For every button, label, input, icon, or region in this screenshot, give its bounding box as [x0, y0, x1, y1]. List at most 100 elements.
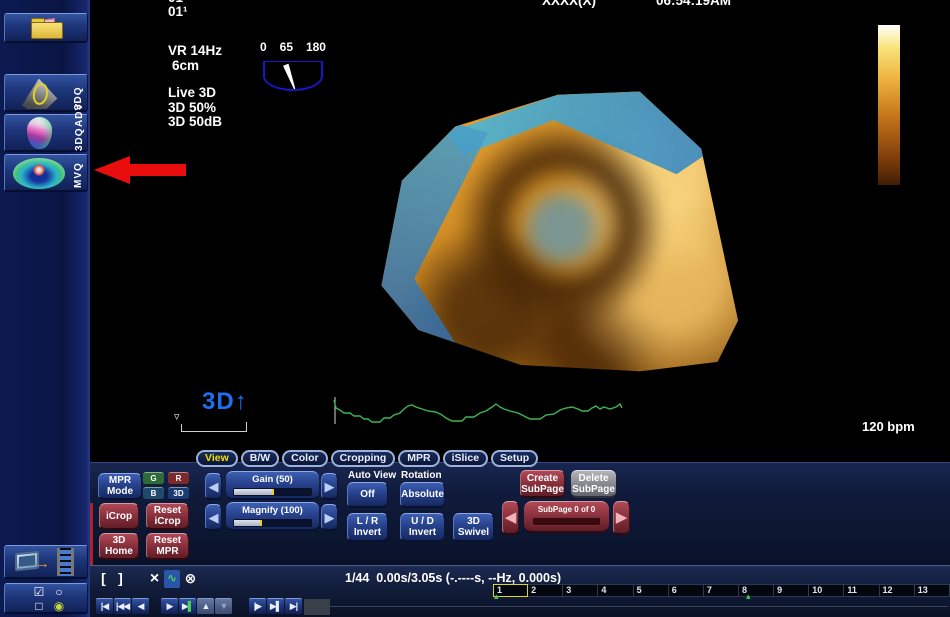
auto-view-label: Auto View	[348, 470, 396, 481]
subpage-next-button[interactable]: ▶	[613, 501, 630, 535]
patient-folder-button[interactable]	[4, 13, 88, 43]
delete-clip-button[interactable]: ×	[146, 570, 163, 588]
red-pointer-arrow	[94, 156, 190, 184]
sidebar-item-label: MVQ	[73, 160, 84, 188]
create-subpage-button[interactable]: Create SubPage	[520, 470, 565, 498]
reset-mpr-button[interactable]: Reset MPR	[146, 533, 189, 560]
speed-down-button[interactable]: ▼	[215, 598, 232, 615]
tab-color[interactable]: Color	[282, 450, 327, 467]
frame-segment[interactable]: 6	[669, 584, 704, 597]
clip-end-bracket-button[interactable]: ]	[113, 570, 128, 588]
frame-segment[interactable]: 5	[634, 584, 669, 597]
gain-slider-label: Gain (50)	[226, 474, 319, 485]
frame-segment[interactable]: 11	[844, 584, 879, 597]
blue-plane-button[interactable]: B	[143, 487, 164, 500]
echo-fan-icon	[5, 75, 65, 113]
capture-options-button[interactable]: ☑ ○ □ ◉	[4, 583, 88, 614]
compress-label: 3D 50dB	[168, 115, 222, 130]
subpage-progress	[532, 517, 601, 526]
skip-first-button[interactable]: |◀	[96, 598, 113, 615]
view-tab-bar: View B/W Color Cropping MPR iSlice Setup	[196, 450, 538, 467]
magnify-slider[interactable]: Magnify (100)	[226, 502, 319, 531]
gain-decrease-button[interactable]: ◀	[205, 473, 222, 500]
tab-bw[interactable]: B/W	[241, 450, 279, 467]
close-all-button[interactable]: ⊗	[182, 570, 199, 588]
sidebar-item-label: 3DQADV	[74, 117, 85, 151]
sidebar-item-3dq-adv[interactable]: 3DQADV	[4, 114, 88, 152]
speed-up-button[interactable]: ▲	[197, 598, 214, 615]
left-toolbar: 3DQ 3DQADV MVQ → ☑	[0, 0, 90, 617]
subpage-prev-button[interactable]: ◀	[502, 501, 519, 535]
frame-segment[interactable]: 12	[880, 584, 915, 597]
tab-view[interactable]: View	[196, 450, 238, 467]
gain-increase-button[interactable]: ▶	[321, 473, 338, 500]
ud-invert-button[interactable]: U / D Invert	[400, 513, 445, 542]
clip-start-bracket-button[interactable]: [	[96, 570, 111, 588]
rotation-dial	[263, 61, 323, 91]
trigger-marker-icon: ▴	[746, 591, 751, 602]
magnify-slider-label: Magnify (100)	[226, 505, 319, 516]
frame-segment[interactable]: 13	[915, 584, 950, 597]
play-button[interactable]: ▶	[161, 598, 178, 615]
cine-frame-status: 1/44 0.00s/3.05s (-.----s, --Hz, 0.000s)	[345, 571, 561, 585]
export-movie-icon: →	[5, 546, 89, 580]
delete-subpage-button[interactable]: Delete SubPage	[571, 470, 616, 498]
rotation-dial-ticks: 065180	[260, 40, 326, 54]
3d-plane-button[interactable]: 3D	[168, 487, 189, 500]
depth-label: 6cm	[168, 59, 222, 74]
image-display-area: XXXX(X) 06:54:19AM 01¹ 01¹ VR 14Hz 6cm L…	[90, 0, 950, 462]
gain-label: 3D 50%	[168, 101, 222, 116]
export-cine-button[interactable]: →	[4, 545, 88, 579]
rotation-mode-button[interactable]: Absolute	[400, 482, 445, 508]
magnify-slider-fill	[234, 520, 262, 526]
patient-id-text: XXXX(X)	[542, 0, 596, 8]
frame-segment[interactable]: 9	[774, 584, 809, 597]
timeline-baseline	[330, 606, 948, 607]
tab-setup[interactable]: Setup	[491, 450, 538, 467]
tab-islice[interactable]: iSlice	[443, 450, 488, 467]
play-to-mark-button[interactable]: ▶▌	[179, 598, 196, 615]
auto-view-button[interactable]: Off	[347, 482, 388, 508]
subpage-status-panel: SubPage 0 of 0	[524, 501, 609, 533]
panel-edge-strip	[90, 503, 93, 565]
frame-segment[interactable]: 3	[563, 584, 598, 597]
tab-cropping[interactable]: Cropping	[331, 450, 396, 467]
green-plane-button[interactable]: G	[143, 472, 164, 485]
frame-timeline[interactable]: 1 2 3 4 5 6 7 8 9 10 11 12 13 ▴ ▴	[493, 584, 950, 598]
step-back-fast-button[interactable]: |◀◀	[114, 598, 131, 615]
cine-status-bar: [ ] × ∿ ⊗ 1/44 0.00s/3.05s (-.----s, --H…	[90, 565, 950, 617]
gain-slider[interactable]: Gain (50)	[226, 471, 319, 500]
lr-invert-button[interactable]: L / R Invert	[347, 513, 388, 542]
3d-home-button[interactable]: 3D Home	[99, 533, 139, 560]
checkbox-options-icon: ☑ ○ □ ◉	[29, 586, 69, 613]
play-reverse-button[interactable]: ◀	[132, 598, 149, 615]
reset-icrop-button[interactable]: Reset iCrop	[146, 503, 189, 530]
volume-cone-icon	[5, 115, 65, 153]
frame-segment[interactable]: 10	[809, 584, 844, 597]
ecg-toggle-button[interactable]: ∿	[164, 570, 180, 588]
frame-segment[interactable]: 2	[528, 584, 563, 597]
imaging-parameters: VR 14Hz 6cm Live 3D 3D 50% 3D 50dB	[168, 44, 222, 130]
mitral-valve-icon	[5, 155, 69, 193]
frame-segment[interactable]: 7	[704, 584, 739, 597]
skip-last-button[interactable]: ▶|	[285, 598, 302, 615]
ruler-marker-icon: ▿	[174, 410, 180, 423]
magnify-decrease-button[interactable]: ◀	[205, 504, 222, 531]
volume-render-3d[interactable]	[365, 82, 775, 400]
dial-needle	[282, 63, 298, 90]
step-forward-button[interactable]: |▶	[249, 598, 266, 615]
play-pause-button[interactable]: ▶▌	[267, 598, 284, 615]
mpr-mode-button[interactable]: MPR Mode	[98, 473, 142, 500]
subpage-status-text: SubPage 0 of 0	[524, 505, 609, 514]
sidebar-item-mvq[interactable]: MVQ	[4, 154, 88, 192]
magnify-increase-button[interactable]: ▶	[321, 504, 338, 531]
rotation-label: Rotation	[401, 470, 442, 481]
preset-annotation: 01¹ 01¹	[168, 0, 188, 19]
frame-segment[interactable]: 8	[739, 584, 774, 597]
tab-mpr[interactable]: MPR	[398, 450, 439, 467]
red-plane-button[interactable]: R	[168, 472, 189, 485]
acquisition-time: 06:54:19AM	[656, 0, 731, 8]
3d-swivel-button[interactable]: 3D Swivel	[453, 513, 494, 542]
frame-segment[interactable]: 4	[598, 584, 633, 597]
icrop-button[interactable]: iCrop	[99, 503, 139, 530]
